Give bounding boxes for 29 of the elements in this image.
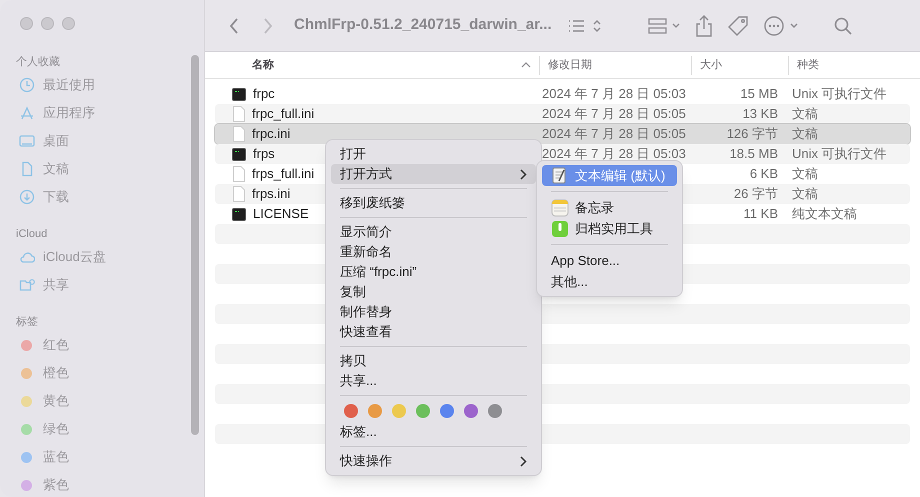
modified-date: 2024 年 7 月 28 日 05:05: [542, 126, 686, 142]
file-name: frpc: [253, 85, 275, 104]
file-size: 11 KB: [744, 206, 778, 222]
window-title: ChmlFrp-0.51.2_240715_darwin_ar...: [294, 15, 553, 36]
file-name: frpc_full.ini: [252, 105, 314, 124]
file-size: 6 KB: [750, 166, 778, 182]
file-kind: 文稿: [792, 106, 818, 122]
file-size: 126 字节: [726, 126, 778, 142]
file-kind: Unix 可执行文件: [792, 146, 887, 162]
file-size: 18.5 MB: [730, 146, 778, 162]
file-kind: Unix 可执行文件: [792, 86, 887, 102]
sidebar-heading: 标签: [15, 315, 39, 330]
modified-date: 2024 年 7 月 28 日 05:03: [542, 86, 686, 102]
file-name: frps_full.ini: [252, 165, 314, 184]
sidebar-heading: 个人收藏: [15, 54, 61, 70]
file-kind: 文稿: [792, 186, 818, 202]
file-kind: 纯文本文稿: [792, 206, 857, 222]
modified-date: 2024 年 7 月 28 日 05:05: [542, 106, 686, 122]
sidebar-heading: iCloud: [15, 227, 48, 242]
file-name: LICENSE: [253, 205, 309, 224]
file-name: frps: [253, 145, 275, 164]
file-size: 13 KB: [742, 106, 778, 122]
modified-date: 2024 年 7 月 28 日 05:03: [542, 146, 686, 162]
file-kind: 文稿: [792, 166, 818, 182]
file-size: 26 字节: [734, 186, 778, 202]
file-kind: 文稿: [792, 126, 818, 142]
file-name: frps.ini: [252, 185, 290, 204]
file-name: frpc.ini: [252, 125, 290, 144]
file-size: 15 MB: [740, 86, 778, 102]
